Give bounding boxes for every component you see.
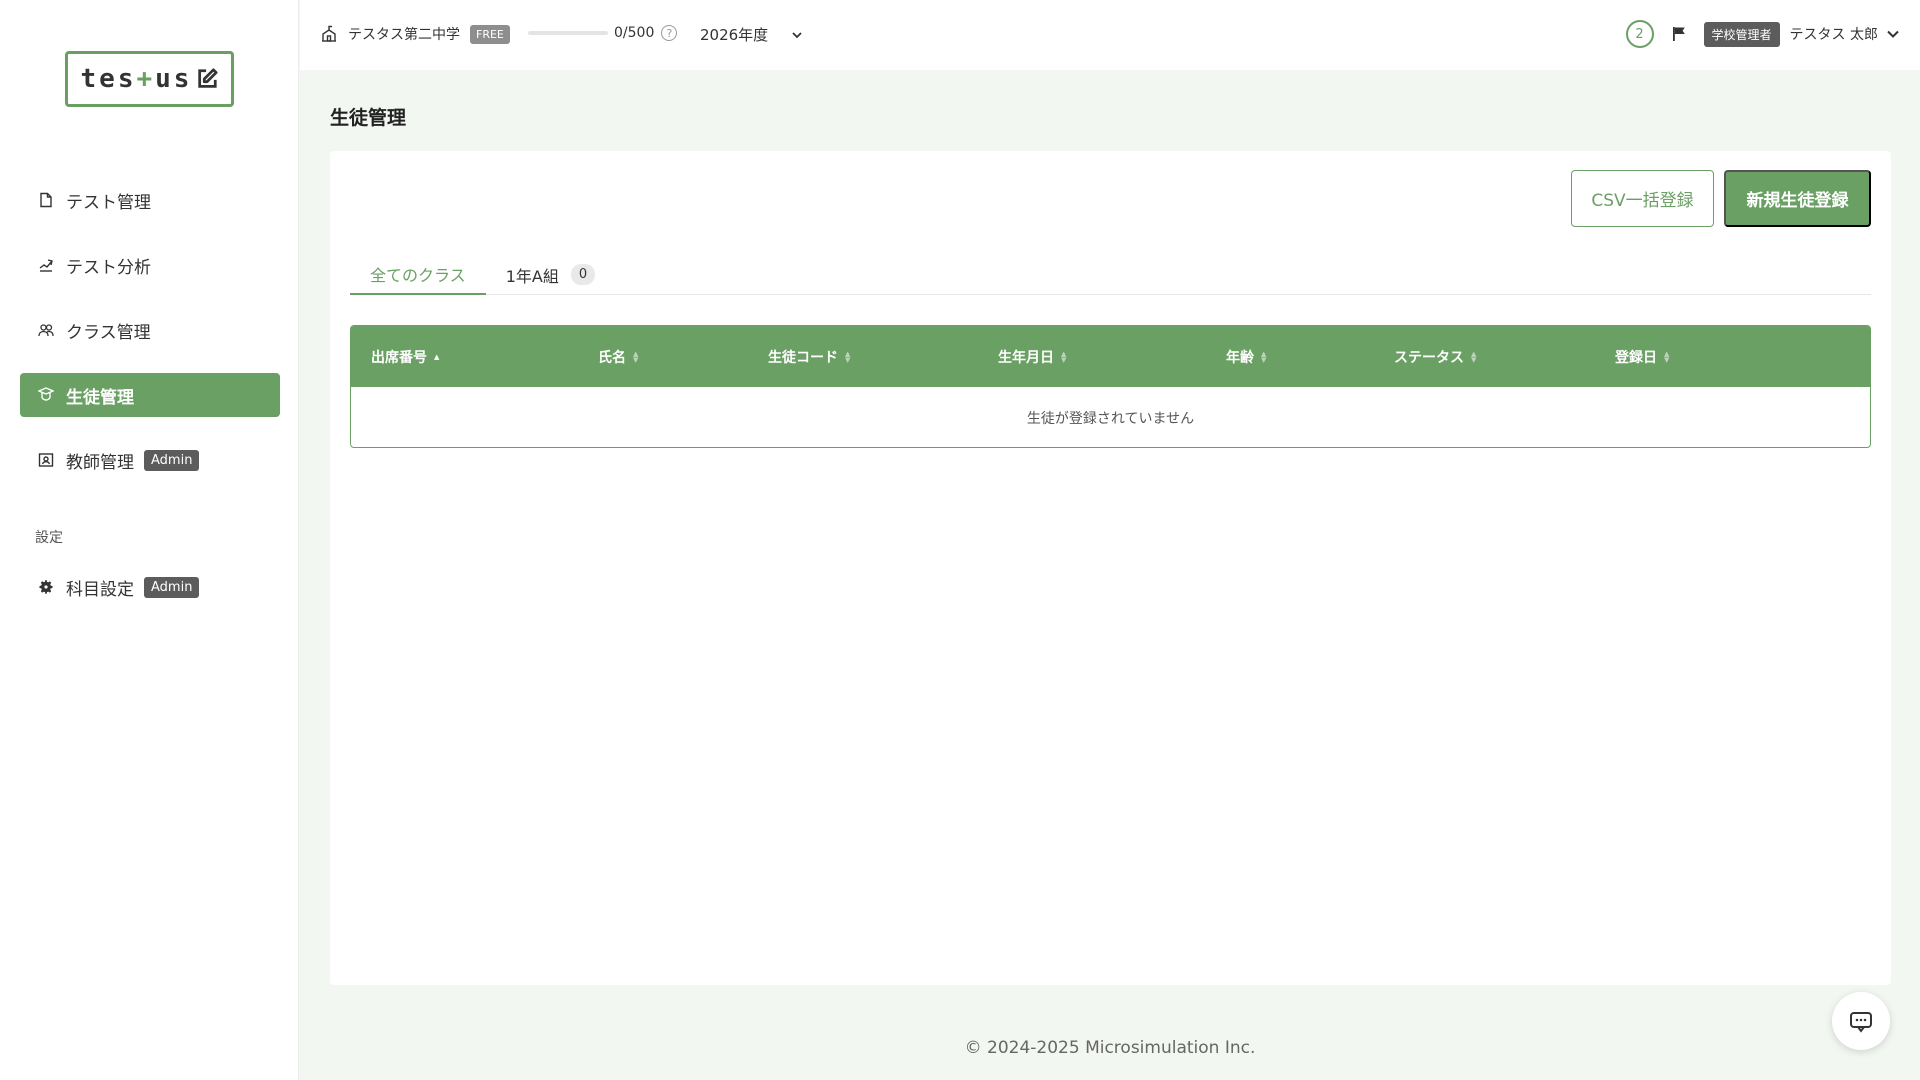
- chat-icon: [1850, 1012, 1872, 1033]
- table-header: 出席番号 ▲ 氏名 ▲ ▼ 生徒コード ▲ ▼ 生年月日 ▲ ▼ 年齢 ▲ ▼ ステータ…: [351, 326, 1870, 387]
- user-name[interactable]: テスタス 太郎: [1790, 24, 1878, 44]
- top-bar: テスタス第二中学 FREE 0/500 ? 2026年度 2 学校管理者 テスタ…: [300, 0, 1920, 70]
- notification-count[interactable]: 2: [1625, 20, 1654, 48]
- tab-label: 1年A組: [505, 266, 559, 286]
- tab-all-classes[interactable]: 全てのクラス: [350, 254, 486, 295]
- school-selector[interactable]: テスタス第二中学 FREE: [320, 24, 510, 44]
- sidebar-item-student-management[interactable]: 生徒管理: [20, 373, 280, 417]
- settings-nav: 科目設定 Admin: [20, 565, 280, 630]
- class-tabs: 全てのクラス 1年A組 0: [350, 254, 1871, 295]
- school-name: テスタス第二中学: [348, 27, 460, 43]
- sort-icon: ▲ ▼: [1061, 349, 1067, 364]
- footer-copyright: © 2024-2025 Microsimulation Inc.: [964, 1038, 1256, 1058]
- column-header-name[interactable]: 氏名 ▲ ▼: [598, 326, 638, 387]
- sort-icon: ▲ ▼: [1261, 349, 1267, 364]
- help-icon[interactable]: ?: [661, 25, 678, 41]
- column-header-age[interactable]: 年齢 ▲ ▼: [1226, 326, 1266, 387]
- student-icon: [38, 387, 54, 403]
- tab-label: 全てのクラス: [370, 265, 466, 285]
- sidebar-item-label: 科目設定: [66, 579, 134, 600]
- chat-support-button[interactable]: [1832, 992, 1890, 1050]
- sort-icon: ▲: [434, 352, 440, 361]
- admin-badge: Admin: [144, 576, 200, 598]
- column-header-attendance-number[interactable]: 出席番号 ▲: [371, 326, 439, 387]
- column-header-student-code[interactable]: 生徒コード ▲ ▼: [768, 326, 850, 387]
- school-icon: [322, 25, 336, 42]
- sidebar-nav: テスト管理 テスト分析 クラス管理 生徒管理 教師管理 Admin: [20, 178, 280, 503]
- quota-text: 0/500: [614, 25, 655, 41]
- table-empty-message: 生徒が登録されていません: [1026, 410, 1195, 427]
- sidebar-item-label: テスト管理: [66, 192, 151, 213]
- column-header-registered-date[interactable]: 登録日 ▲ ▼: [1615, 326, 1669, 387]
- logo-text: tes+us: [80, 64, 193, 94]
- sidebar-item-label: テスト分析: [66, 257, 151, 278]
- student-quota: 0/500 ?: [528, 25, 678, 41]
- column-header-status[interactable]: ステータス ▲ ▼: [1394, 326, 1476, 387]
- chart-icon: [38, 257, 54, 273]
- year-label: 2026年度: [700, 26, 769, 44]
- sidebar-item-label: クラス管理: [66, 322, 151, 343]
- sidebar-item-label: 教師管理: [66, 452, 134, 473]
- chevron-down-icon: [792, 31, 802, 38]
- sidebar-item-test-analysis[interactable]: テスト分析: [20, 243, 280, 287]
- sidebar-item-subject-settings[interactable]: 科目設定 Admin: [20, 565, 280, 609]
- sidebar-item-class-management[interactable]: クラス管理: [20, 308, 280, 352]
- sidebar-item-teacher-management[interactable]: 教師管理 Admin: [20, 438, 280, 482]
- sidebar-item-label: 生徒管理: [66, 387, 134, 408]
- sidebar-item-test-management[interactable]: テスト管理: [20, 178, 280, 222]
- tab-class-1a[interactable]: 1年A組 0: [486, 254, 615, 295]
- document-icon: [38, 192, 54, 208]
- plan-badge: FREE: [470, 24, 510, 44]
- group-icon: [38, 322, 54, 338]
- settings-section-label: 設定: [35, 530, 63, 546]
- edit-icon: [198, 68, 219, 88]
- admin-badge: Admin: [144, 449, 200, 471]
- teacher-icon: [38, 452, 54, 468]
- sort-icon: ▲ ▼: [633, 349, 639, 364]
- gear-icon: [38, 579, 54, 595]
- sidebar: tes+us テスト管理 テスト分析 クラス管理 生徒管理 教師管理 Admin…: [0, 0, 299, 1080]
- sort-icon: ▲ ▼: [1664, 349, 1670, 364]
- column-header-birthdate[interactable]: 生年月日 ▲ ▼: [998, 326, 1066, 387]
- app-logo[interactable]: tes+us: [65, 51, 234, 107]
- page-title: 生徒管理: [330, 107, 407, 129]
- role-badge: 学校管理者: [1703, 21, 1780, 47]
- quota-progress-bar: [528, 31, 608, 35]
- students-table: 出席番号 ▲ 氏名 ▲ ▼ 生徒コード ▲ ▼ 生年月日 ▲ ▼ 年齢 ▲ ▼ ステータ…: [350, 325, 1871, 448]
- chevron-down-icon[interactable]: [1886, 27, 1900, 41]
- tab-count-badge: 0: [570, 264, 596, 285]
- new-student-button[interactable]: 新規生徒登録: [1724, 170, 1871, 227]
- year-selector[interactable]: 2026年度: [700, 24, 804, 45]
- sort-icon: ▲ ▼: [1471, 349, 1477, 364]
- flag-icon[interactable]: [1670, 25, 1688, 43]
- sort-icon: ▲ ▼: [845, 349, 851, 364]
- user-area: 2 学校管理者 テスタス 太郎: [1625, 20, 1900, 48]
- csv-import-button[interactable]: CSV一括登録: [1571, 170, 1714, 227]
